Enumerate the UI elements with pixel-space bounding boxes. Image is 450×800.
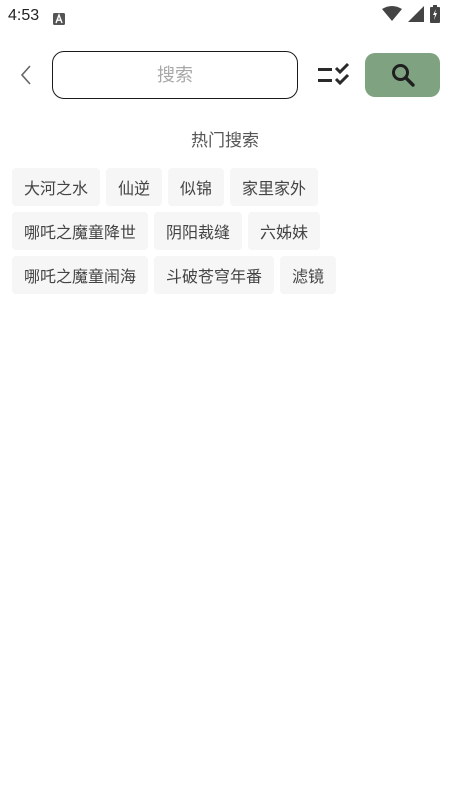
hot-search-tags: 大河之水 仙逆 似锦 家里家外 哪吒之魔童降世 阴阳裁缝 六姊妹 哪吒之魔童闹海… bbox=[12, 168, 442, 300]
search-icon bbox=[391, 64, 415, 87]
status-bar: 4:53 bbox=[0, 0, 450, 32]
tag-row: 哪吒之魔童降世 阴阳裁缝 六姊妹 bbox=[12, 212, 442, 250]
hot-search-title: 热门搜索 bbox=[191, 131, 259, 151]
tag-row: 哪吒之魔童闹海 斗破苍穹年番 滤镜 bbox=[12, 256, 442, 294]
list-check-icon bbox=[318, 62, 350, 86]
tag-row: 大河之水 仙逆 似锦 家里家外 bbox=[12, 168, 442, 206]
hot-search-tag[interactable]: 哪吒之魔童降世 bbox=[12, 212, 149, 250]
search-header bbox=[0, 50, 450, 100]
status-icons bbox=[382, 5, 440, 27]
hot-search-tag[interactable]: 大河之水 bbox=[12, 168, 101, 206]
hot-search-tag[interactable]: 家里家外 bbox=[230, 168, 319, 206]
search-input[interactable] bbox=[53, 52, 297, 98]
hot-search-tag[interactable]: 似锦 bbox=[168, 168, 225, 206]
filter-button[interactable] bbox=[315, 59, 355, 91]
battery-icon bbox=[430, 5, 440, 27]
hot-search-tag[interactable]: 滤镜 bbox=[280, 256, 337, 294]
hot-search-tag[interactable]: 六姊妹 bbox=[248, 212, 321, 250]
chevron-left-icon bbox=[20, 65, 31, 85]
status-time: 4:53 bbox=[8, 7, 40, 24]
hot-search-tag[interactable]: 阴阳裁缝 bbox=[154, 212, 243, 250]
wifi-icon bbox=[382, 6, 402, 26]
hot-search-tag[interactable]: 斗破苍穹年番 bbox=[154, 256, 275, 294]
search-field bbox=[52, 51, 298, 99]
hot-search-tag[interactable]: 仙逆 bbox=[106, 168, 163, 206]
hot-search-tag[interactable]: 哪吒之魔童闹海 bbox=[12, 256, 149, 294]
notification-a-icon bbox=[53, 10, 66, 25]
search-button[interactable] bbox=[365, 53, 440, 97]
signal-icon bbox=[408, 6, 424, 26]
back-button[interactable] bbox=[12, 60, 40, 90]
